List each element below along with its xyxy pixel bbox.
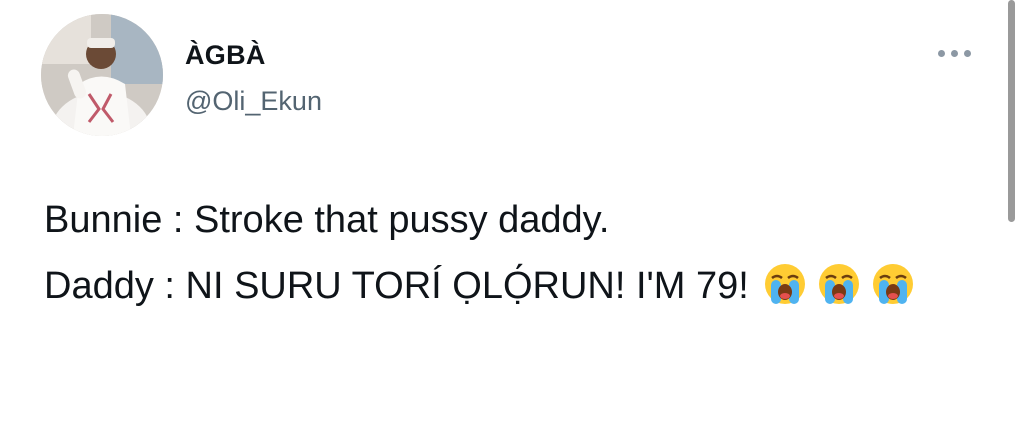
tweet-line-2: Daddy : NI SURU TORÍ ỌLỌ́RUN! I'M 79! xyxy=(44,262,944,308)
ellipsis-icon xyxy=(950,49,958,57)
author-avatar[interactable] xyxy=(41,14,163,136)
tweet-line-2-text: Daddy : NI SURU TORÍ ỌLỌ́RUN! I'M 79! xyxy=(44,265,749,307)
loudly-crying-face-icon xyxy=(764,264,805,304)
ellipsis-icon xyxy=(963,49,971,57)
tweet-line-1: Bunnie : Stroke that pussy daddy. xyxy=(44,199,610,241)
ellipsis-icon xyxy=(937,49,945,57)
loudly-crying-face-icon xyxy=(872,264,913,304)
loudly-crying-face-icon xyxy=(818,264,859,304)
more-options-button[interactable] xyxy=(930,40,978,66)
avatar-photo xyxy=(41,14,163,136)
tweet-text: Bunnie : Stroke that pussy daddy. Daddy … xyxy=(44,198,944,328)
author-display-name[interactable]: ÀGBÀ xyxy=(185,40,266,70)
scrollbar-thumb[interactable] xyxy=(1008,0,1015,222)
author-handle[interactable]: @Oli_Ekun xyxy=(185,86,322,116)
tweet-card: ÀGBÀ @Oli_Ekun Bunnie : Stroke that puss… xyxy=(0,0,1024,437)
